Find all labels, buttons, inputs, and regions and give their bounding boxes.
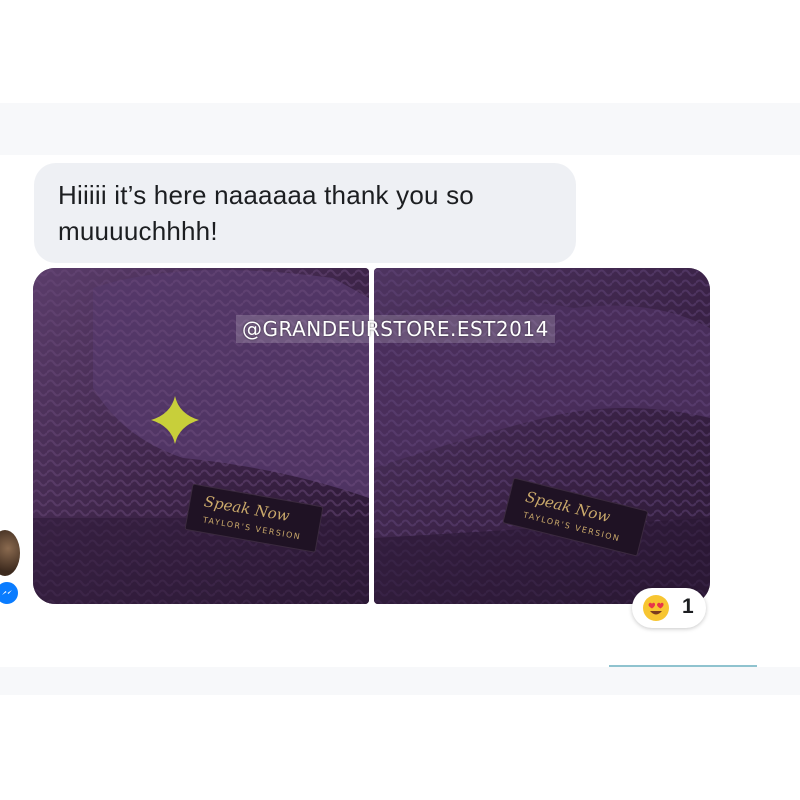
divider-line: [609, 665, 757, 667]
reaction-count: 1: [682, 595, 694, 618]
heart-eyes-emoji-icon: [643, 595, 669, 621]
watermark-text: @GRANDEURSTORE.EST2014: [236, 315, 555, 343]
reaction-badge[interactable]: 1: [632, 588, 706, 628]
page: Hiiiii it’s here naaaaaa thank you so mu…: [0, 0, 800, 800]
message-text: Hiiiii it’s here naaaaaa thank you so mu…: [58, 180, 474, 246]
message-bubble[interactable]: Hiiiii it’s here naaaaaa thank you so mu…: [34, 163, 576, 263]
